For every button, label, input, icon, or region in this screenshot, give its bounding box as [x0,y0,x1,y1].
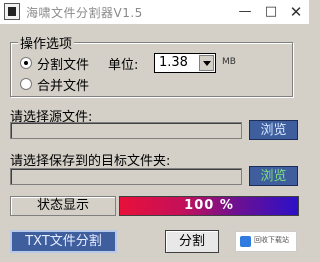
watermark-logo: 回收下载站 [235,231,297,252]
maximize-icon[interactable]: □ [258,2,284,22]
txt-split-button[interactable]: TXT文件分割 [10,230,117,253]
source-file-field[interactable] [10,122,242,139]
split-radio-label[interactable]: 分割文件 [37,54,89,73]
split-button[interactable]: 分割 [165,230,219,253]
progress-text: 100 % [184,198,234,213]
unit-size-value: 1.38 [159,55,188,70]
progress-bar: 100 % [119,196,299,216]
chevron-down-icon[interactable] [199,55,214,71]
close-icon[interactable]: ✕ [283,2,309,22]
options-group-title: 操作选项 [18,33,75,52]
watermark-text: 回收下载站 [254,236,289,244]
minimize-icon[interactable]: — [232,2,258,22]
source-browse-button[interactable]: 浏览 [249,120,298,140]
destination-folder-label: 请选择保存到的目标文件夹: [10,154,171,169]
unit-suffix: MB [222,57,236,67]
unit-size-combobox[interactable]: 1.38 [154,53,216,73]
title-bar: 海啸文件分割器V1.5 — □ ✕ [0,0,309,24]
app-icon [4,3,20,20]
window-title: 海啸文件分割器V1.5 [26,6,143,20]
split-radio[interactable] [20,57,32,69]
unit-label: 单位: [108,58,139,73]
merge-radio[interactable] [20,78,32,90]
destination-folder-field[interactable] [10,168,242,185]
watermark-icon [240,236,251,247]
merge-radio-label[interactable]: 合并文件 [37,75,89,94]
destination-browse-button[interactable]: 浏览 [249,166,298,186]
status-label: 状态显示 [10,196,116,216]
